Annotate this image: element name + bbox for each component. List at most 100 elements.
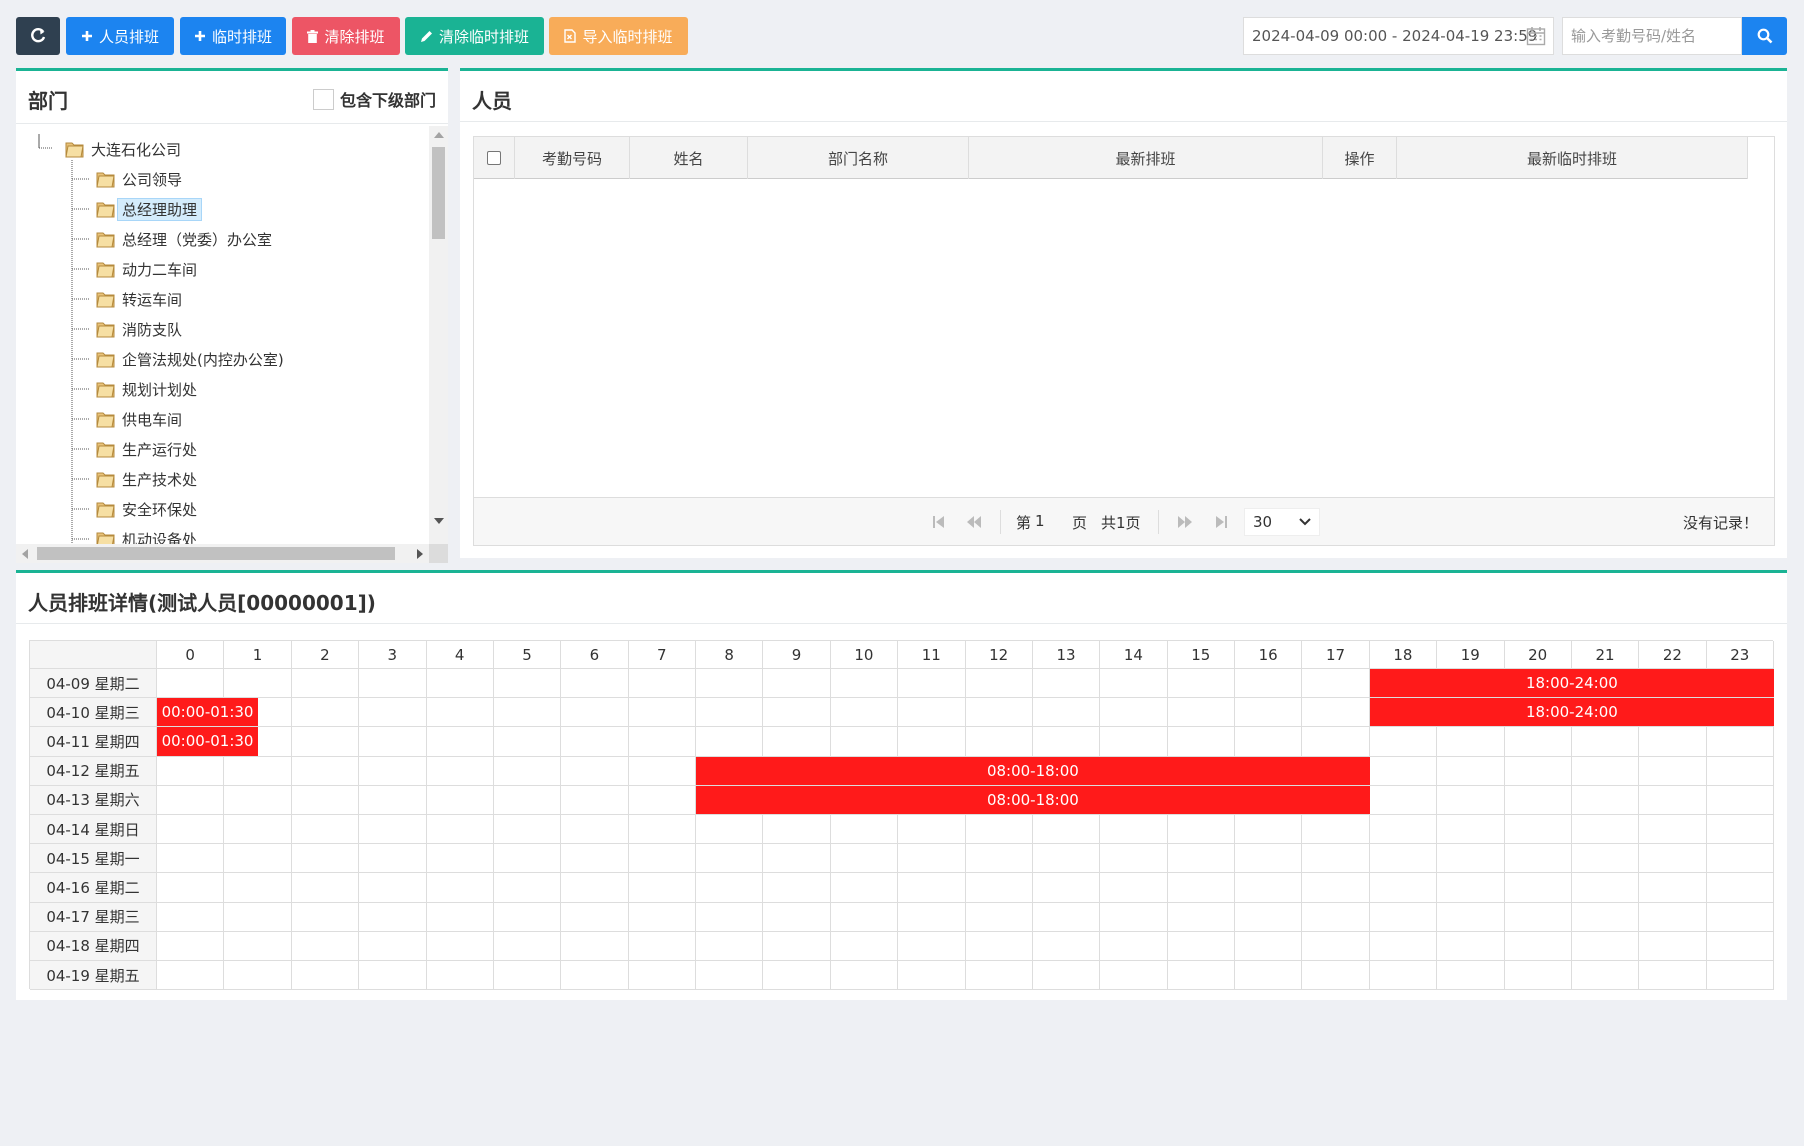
schedule-cell[interactable] (965, 727, 1033, 757)
schedule-cell[interactable] (359, 931, 427, 961)
schedule-cell[interactable] (763, 844, 831, 874)
schedule-cell[interactable] (628, 961, 696, 991)
schedule-cell[interactable] (1167, 727, 1235, 757)
schedule-cell[interactable] (291, 902, 360, 932)
schedule-cell[interactable] (1437, 961, 1505, 991)
schedule-cell[interactable] (763, 902, 831, 932)
schedule-cell[interactable] (1571, 844, 1640, 874)
schedule-cell[interactable] (1032, 961, 1101, 991)
tree-node[interactable]: 机动设备处 (96, 526, 197, 544)
schedule-cell[interactable] (1639, 727, 1707, 757)
schedule-cell[interactable] (830, 873, 899, 903)
schedule-cell[interactable] (1504, 785, 1572, 815)
schedule-cell[interactable] (157, 873, 225, 903)
schedule-cell[interactable] (359, 669, 427, 699)
schedule-cell[interactable] (1032, 844, 1101, 874)
schedule-cell[interactable] (224, 844, 292, 874)
schedule-cell[interactable] (1369, 756, 1438, 786)
schedule-cell[interactable] (1302, 698, 1370, 728)
column-header-latest-schedule[interactable]: 最新排班 (969, 137, 1323, 179)
refresh-button[interactable] (16, 17, 60, 55)
search-button[interactable] (1742, 17, 1787, 55)
schedule-cell[interactable] (898, 873, 966, 903)
schedule-cell[interactable] (830, 902, 899, 932)
column-header-department[interactable]: 部门名称 (748, 137, 969, 179)
schedule-cell[interactable] (830, 727, 899, 757)
schedule-cell[interactable] (898, 902, 966, 932)
column-header-name[interactable]: 姓名 (630, 137, 748, 179)
schedule-cell[interactable] (1167, 844, 1235, 874)
schedule-cell[interactable] (696, 844, 764, 874)
schedule-cell[interactable] (696, 961, 764, 991)
schedule-cell[interactable] (1100, 902, 1168, 932)
schedule-cell[interactable] (1706, 902, 1774, 932)
tree-node[interactable]: 总经理（党委）办公室 (96, 226, 272, 252)
schedule-cell[interactable] (628, 902, 696, 932)
schedule-cell[interactable] (561, 756, 629, 786)
schedule-cell[interactable] (1235, 961, 1303, 991)
schedule-cell[interactable] (763, 961, 831, 991)
shift-block[interactable]: 18:00-24:00 (1369, 669, 1774, 698)
schedule-cell[interactable] (291, 669, 360, 699)
schedule-cell[interactable] (1369, 785, 1438, 815)
schedule-cell[interactable] (830, 815, 899, 845)
schedule-cell[interactable] (1100, 669, 1168, 699)
schedule-cell[interactable] (561, 785, 629, 815)
schedule-cell[interactable] (965, 844, 1033, 874)
schedule-cell[interactable] (426, 815, 494, 845)
schedule-cell[interactable] (1369, 844, 1438, 874)
schedule-cell[interactable] (696, 698, 764, 728)
schedule-cell[interactable] (1571, 931, 1640, 961)
schedule-cell[interactable] (426, 931, 494, 961)
schedule-cell[interactable] (1302, 815, 1370, 845)
tree-node[interactable]: 规划计划处 (96, 376, 197, 402)
schedule-cell[interactable] (1369, 931, 1438, 961)
schedule-cell[interactable] (965, 931, 1033, 961)
tree-node[interactable]: 供电车间 (96, 406, 182, 432)
tree-node-root[interactable]: 大连石化公司 (65, 136, 181, 162)
schedule-cell[interactable] (224, 785, 292, 815)
schedule-cell[interactable] (561, 815, 629, 845)
schedule-cell[interactable] (1100, 844, 1168, 874)
schedule-cell[interactable] (1706, 873, 1774, 903)
tree-node[interactable]: 生产运行处 (96, 436, 197, 462)
tree-node[interactable]: 企管法规处(内控办公室) (96, 346, 284, 372)
schedule-cell[interactable] (1504, 902, 1572, 932)
schedule-cell[interactable] (1235, 902, 1303, 932)
schedule-cell[interactable] (1504, 756, 1572, 786)
shift-block[interactable]: 00:00-01:30 (157, 698, 259, 727)
schedule-cell[interactable] (224, 931, 292, 961)
page-size-select[interactable]: 30 (1244, 508, 1320, 536)
schedule-cell[interactable] (1706, 931, 1774, 961)
schedule-cell[interactable] (1706, 785, 1774, 815)
schedule-cell[interactable] (1369, 727, 1438, 757)
schedule-cell[interactable] (1437, 756, 1505, 786)
schedule-cell[interactable] (1504, 844, 1572, 874)
shift-block[interactable]: 00:00-01:30 (157, 727, 259, 756)
schedule-cell[interactable] (830, 844, 899, 874)
temp-schedule-button[interactable]: 临时排班 (180, 17, 286, 55)
schedule-cell[interactable] (628, 931, 696, 961)
schedule-cell[interactable] (1235, 727, 1303, 757)
scroll-thumb[interactable] (37, 547, 395, 560)
schedule-cell[interactable] (1302, 961, 1370, 991)
schedule-cell[interactable] (1369, 873, 1438, 903)
clear-schedule-button[interactable]: 清除排班 (292, 17, 400, 55)
schedule-cell[interactable] (1235, 698, 1303, 728)
schedule-cell[interactable] (1302, 727, 1370, 757)
schedule-cell[interactable] (224, 669, 292, 699)
schedule-cell[interactable] (1437, 844, 1505, 874)
schedule-cell[interactable] (359, 698, 427, 728)
tree-vertical-scrollbar[interactable] (429, 126, 448, 544)
schedule-cell[interactable] (898, 961, 966, 991)
schedule-cell[interactable] (291, 844, 360, 874)
schedule-cell[interactable] (1100, 727, 1168, 757)
schedule-cell[interactable] (1302, 669, 1370, 699)
schedule-cell[interactable] (898, 815, 966, 845)
schedule-cell[interactable] (359, 727, 427, 757)
schedule-cell[interactable] (224, 873, 292, 903)
schedule-cell[interactable] (493, 844, 562, 874)
schedule-cell[interactable] (1032, 669, 1101, 699)
schedule-cell[interactable] (1437, 873, 1505, 903)
tree-node[interactable]: 生产技术处 (96, 466, 197, 492)
